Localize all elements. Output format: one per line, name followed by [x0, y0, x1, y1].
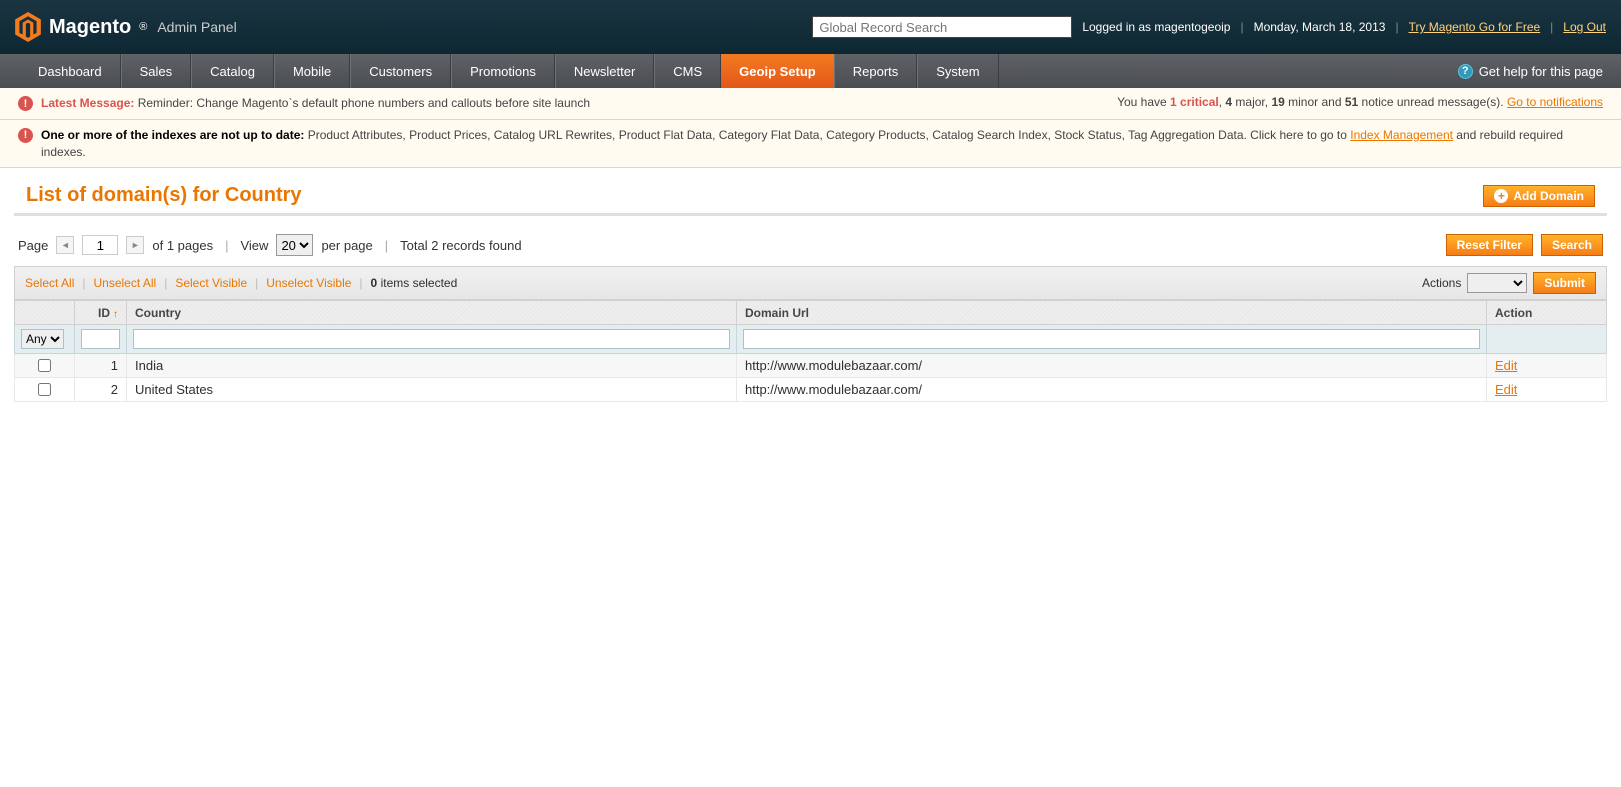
unselect-all-link[interactable]: Unselect All [93, 276, 156, 290]
nav-item-system[interactable]: System [917, 54, 998, 88]
plus-icon: + [1494, 189, 1508, 203]
reset-filter-button[interactable]: Reset Filter [1446, 234, 1533, 256]
table-row[interactable]: 1Indiahttp://www.modulebazaar.com/Edit [15, 354, 1607, 378]
cell-id: 2 [75, 378, 127, 402]
cell-country: India [127, 354, 737, 378]
nav-item-reports[interactable]: Reports [834, 54, 918, 88]
notice-latest-message: ! Latest Message: Reminder: Change Magen… [0, 88, 1621, 120]
cell-id: 1 [75, 354, 127, 378]
unselect-visible-link[interactable]: Unselect Visible [266, 276, 351, 290]
page-title: List of domain(s) for Country [26, 184, 302, 207]
logged-in-text: Logged in as magentogeoip [1082, 20, 1230, 34]
page-prev-button[interactable]: ◄ [56, 236, 74, 254]
mass-actions-select[interactable] [1467, 273, 1527, 293]
nav-item-sales[interactable]: Sales [121, 54, 192, 88]
header-date: Monday, March 18, 2013 [1254, 20, 1386, 34]
submit-button[interactable]: Submit [1533, 272, 1596, 294]
sort-asc-icon: ↑ [113, 309, 118, 320]
select-all-link[interactable]: Select All [25, 276, 74, 290]
filter-any-select[interactable]: Any [21, 329, 64, 349]
nav-item-mobile[interactable]: Mobile [274, 54, 350, 88]
page-number-input[interactable] [82, 235, 118, 255]
try-magento-link[interactable]: Try Magento Go for Free [1409, 20, 1541, 34]
cell-domain: http://www.modulebazaar.com/ [737, 354, 1487, 378]
nav-item-newsletter[interactable]: Newsletter [555, 54, 654, 88]
alert-icon: ! [18, 128, 33, 143]
row-checkbox[interactable] [38, 359, 51, 372]
mass-actions-bar: Select All | Unselect All | Select Visib… [14, 266, 1607, 300]
filter-domain-input[interactable] [743, 329, 1480, 349]
header-bar: Magento ® Admin Panel Logged in as magen… [0, 0, 1621, 54]
notice-index-outdated: ! One or more of the indexes are not up … [0, 120, 1621, 169]
select-visible-link[interactable]: Select Visible [175, 276, 247, 290]
nav-item-cms[interactable]: CMS [654, 54, 721, 88]
col-action: Action [1487, 301, 1607, 325]
nav-help[interactable]: ? Get help for this page [1458, 54, 1621, 88]
nav-item-geoip-setup[interactable]: Geoip Setup [721, 54, 834, 88]
row-checkbox[interactable] [38, 383, 51, 396]
global-search-input[interactable] [812, 16, 1072, 38]
col-checkbox [15, 301, 75, 325]
brand-main: Magento [49, 16, 131, 39]
brand-sub: Admin Panel [157, 19, 236, 35]
cell-domain: http://www.modulebazaar.com/ [737, 378, 1487, 402]
add-domain-button[interactable]: + Add Domain [1483, 185, 1595, 207]
per-page-select[interactable]: 20 [276, 234, 313, 256]
page-next-button[interactable]: ► [126, 236, 144, 254]
filter-country-input[interactable] [133, 329, 730, 349]
nav-item-dashboard[interactable]: Dashboard [20, 54, 121, 88]
search-button[interactable]: Search [1541, 234, 1603, 256]
table-row[interactable]: 2United Stateshttp://www.modulebazaar.co… [15, 378, 1607, 402]
edit-link[interactable]: Edit [1495, 382, 1517, 397]
nav-item-promotions[interactable]: Promotions [451, 54, 555, 88]
nav-item-customers[interactable]: Customers [350, 54, 451, 88]
nav-item-catalog[interactable]: Catalog [191, 54, 274, 88]
edit-link[interactable]: Edit [1495, 358, 1517, 373]
cell-country: United States [127, 378, 737, 402]
col-domain[interactable]: Domain Url [737, 301, 1487, 325]
logo[interactable]: Magento ® Admin Panel [15, 12, 237, 42]
filter-id-input[interactable] [81, 329, 120, 349]
main-nav: DashboardSalesCatalogMobileCustomersProm… [0, 54, 1621, 88]
col-country[interactable]: Country [127, 301, 737, 325]
index-management-link[interactable]: Index Management [1350, 128, 1453, 142]
magento-logo-icon [15, 12, 41, 42]
logout-link[interactable]: Log Out [1563, 20, 1606, 34]
domain-grid: ID↑ Country Domain Url Action Any 1India… [14, 300, 1607, 402]
alert-icon: ! [18, 96, 33, 111]
help-icon: ? [1458, 64, 1473, 79]
pager: Page ◄ ► of 1 pages | View 20 per page |… [14, 234, 1607, 266]
col-id[interactable]: ID↑ [75, 301, 127, 325]
go-to-notifications-link[interactable]: Go to notifications [1507, 95, 1603, 109]
